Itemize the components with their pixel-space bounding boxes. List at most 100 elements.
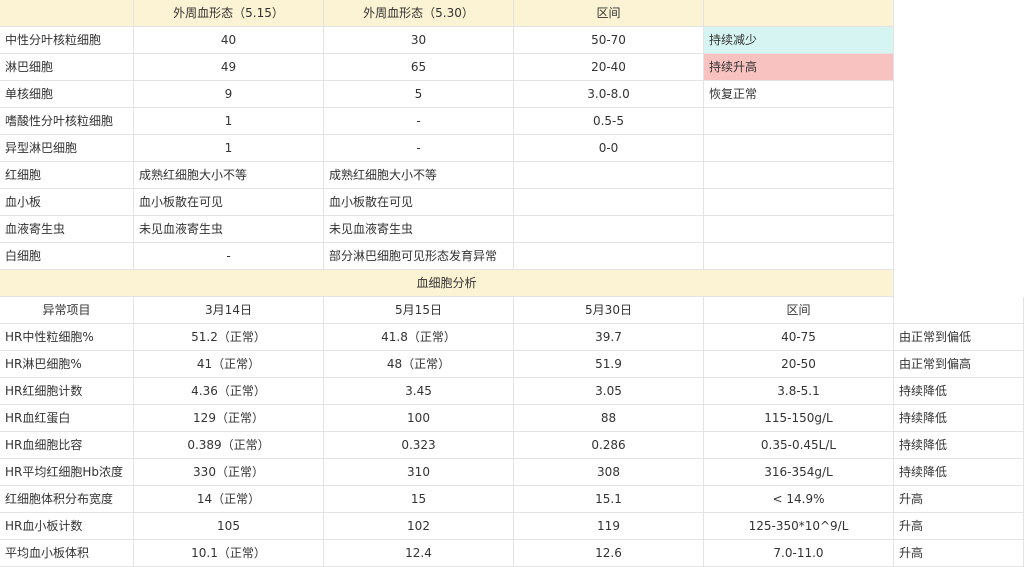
value-cell[interactable]: 102 <box>324 513 514 540</box>
range-cell[interactable]: 0.35-0.45L/L <box>704 432 894 459</box>
trend-cell[interactable]: 持续升高 <box>704 54 894 81</box>
trend-cell[interactable]: 持续减少 <box>704 27 894 54</box>
value-cell[interactable]: 100 <box>324 405 514 432</box>
value-cell[interactable]: 49 <box>134 54 324 81</box>
value-cell[interactable]: 40 <box>134 27 324 54</box>
range-cell[interactable]: 0.5-5 <box>514 108 704 135</box>
value-cell[interactable]: 5 <box>324 81 514 108</box>
trend-cell[interactable]: 升高 <box>894 540 1024 567</box>
trend-cell[interactable]: 升高 <box>894 486 1024 513</box>
trend-cell[interactable] <box>704 216 894 243</box>
header-cell[interactable]: 区间 <box>514 0 704 27</box>
value-cell[interactable]: 9 <box>134 81 324 108</box>
header-cell[interactable]: 外周血形态（5.15） <box>134 0 324 27</box>
value-cell[interactable]: 30 <box>324 27 514 54</box>
value-cell[interactable]: 41.8（正常） <box>324 324 514 351</box>
value-cell[interactable]: 51.9 <box>514 351 704 378</box>
value-cell[interactable]: 12.4 <box>324 540 514 567</box>
value-cell[interactable]: 41（正常） <box>134 351 324 378</box>
value-cell[interactable]: 部分淋巴细胞可见形态发育异常 <box>324 243 514 270</box>
row-label-cell[interactable]: 淋巴细胞 <box>0 54 134 81</box>
range-cell[interactable]: 7.0-11.0 <box>704 540 894 567</box>
header-cell[interactable] <box>894 297 1024 324</box>
row-label-cell[interactable]: 血液寄生虫 <box>0 216 134 243</box>
value-cell[interactable]: 105 <box>134 513 324 540</box>
value-cell[interactable]: 14（正常） <box>134 486 324 513</box>
row-label-cell[interactable]: 血小板 <box>0 189 134 216</box>
range-cell[interactable]: 3.0-8.0 <box>514 81 704 108</box>
range-cell[interactable]: 20-40 <box>514 54 704 81</box>
range-cell[interactable]: 125-350*10^9/L <box>704 513 894 540</box>
range-cell[interactable]: 50-70 <box>514 27 704 54</box>
trend-cell[interactable] <box>704 189 894 216</box>
value-cell[interactable]: 未见血液寄生虫 <box>324 216 514 243</box>
header-cell[interactable]: 区间 <box>704 297 894 324</box>
trend-cell[interactable]: 持续降低 <box>894 378 1024 405</box>
range-cell[interactable]: 40-75 <box>704 324 894 351</box>
value-cell[interactable]: 1 <box>134 135 324 162</box>
row-label-cell[interactable]: 中性分叶核粒细胞 <box>0 27 134 54</box>
trend-cell[interactable]: 恢复正常 <box>704 81 894 108</box>
value-cell[interactable]: 51.2（正常） <box>134 324 324 351</box>
value-cell[interactable]: - <box>134 243 324 270</box>
trend-cell[interactable]: 持续降低 <box>894 459 1024 486</box>
value-cell[interactable]: 88 <box>514 405 704 432</box>
value-cell[interactable]: 3.05 <box>514 378 704 405</box>
row-label-cell[interactable]: 平均血小板体积 <box>0 540 134 567</box>
row-label-cell[interactable]: HR血细胞比容 <box>0 432 134 459</box>
row-label-cell[interactable]: HR红细胞计数 <box>0 378 134 405</box>
range-cell[interactable] <box>514 216 704 243</box>
value-cell[interactable]: 12.6 <box>514 540 704 567</box>
value-cell[interactable]: 成熟红细胞大小不等 <box>134 162 324 189</box>
range-cell[interactable]: 20-50 <box>704 351 894 378</box>
value-cell[interactable]: 310 <box>324 459 514 486</box>
range-cell[interactable]: 3.8-5.1 <box>704 378 894 405</box>
value-cell[interactable]: 15.1 <box>514 486 704 513</box>
row-label-cell[interactable]: 红细胞 <box>0 162 134 189</box>
row-label-cell[interactable]: HR平均红细胞Hb浓度 <box>0 459 134 486</box>
row-label-cell[interactable]: 单核细胞 <box>0 81 134 108</box>
value-cell[interactable]: 血小板散在可见 <box>134 189 324 216</box>
row-label-cell[interactable]: HR淋巴细胞% <box>0 351 134 378</box>
trend-cell[interactable] <box>704 108 894 135</box>
value-cell[interactable]: 119 <box>514 513 704 540</box>
range-cell[interactable] <box>514 189 704 216</box>
trend-cell[interactable]: 持续降低 <box>894 405 1024 432</box>
range-cell[interactable]: 0-0 <box>514 135 704 162</box>
value-cell[interactable]: 未见血液寄生虫 <box>134 216 324 243</box>
value-cell[interactable]: 308 <box>514 459 704 486</box>
value-cell[interactable]: 330（正常） <box>134 459 324 486</box>
row-label-cell[interactable]: 异型淋巴细胞 <box>0 135 134 162</box>
row-label-cell[interactable]: 红细胞体积分布宽度 <box>0 486 134 513</box>
trend-cell[interactable]: 由正常到偏低 <box>894 324 1024 351</box>
value-cell[interactable]: 3.45 <box>324 378 514 405</box>
trend-cell[interactable]: 持续降低 <box>894 432 1024 459</box>
row-label-cell[interactable]: HR血红蛋白 <box>0 405 134 432</box>
header-cell[interactable] <box>0 0 134 27</box>
value-cell[interactable]: 48（正常） <box>324 351 514 378</box>
value-cell[interactable]: 129（正常） <box>134 405 324 432</box>
range-cell[interactable] <box>514 162 704 189</box>
row-label-cell[interactable]: 嗜酸性分叶核粒细胞 <box>0 108 134 135</box>
value-cell[interactable]: 0.389（正常） <box>134 432 324 459</box>
row-label-cell[interactable]: 白细胞 <box>0 243 134 270</box>
trend-cell[interactable]: 升高 <box>894 513 1024 540</box>
value-cell[interactable]: 1 <box>134 108 324 135</box>
trend-cell[interactable] <box>704 135 894 162</box>
value-cell[interactable]: 4.36（正常） <box>134 378 324 405</box>
value-cell[interactable]: - <box>324 135 514 162</box>
row-label-cell[interactable]: HR中性粒细胞% <box>0 324 134 351</box>
header-cell[interactable]: 异常项目 <box>0 297 134 324</box>
range-cell[interactable]: < 14.9% <box>704 486 894 513</box>
value-cell[interactable]: 0.286 <box>514 432 704 459</box>
range-cell[interactable]: 316-354g/L <box>704 459 894 486</box>
row-label-cell[interactable]: HR血小板计数 <box>0 513 134 540</box>
header-cell[interactable]: 5月30日 <box>514 297 704 324</box>
header-cell[interactable] <box>704 0 894 27</box>
value-cell[interactable]: 0.323 <box>324 432 514 459</box>
header-cell[interactable]: 5月15日 <box>324 297 514 324</box>
header-cell[interactable]: 3月14日 <box>134 297 324 324</box>
trend-cell[interactable]: 由正常到偏高 <box>894 351 1024 378</box>
header-cell[interactable]: 外周血形态（5.30） <box>324 0 514 27</box>
value-cell[interactable]: 成熟红细胞大小不等 <box>324 162 514 189</box>
